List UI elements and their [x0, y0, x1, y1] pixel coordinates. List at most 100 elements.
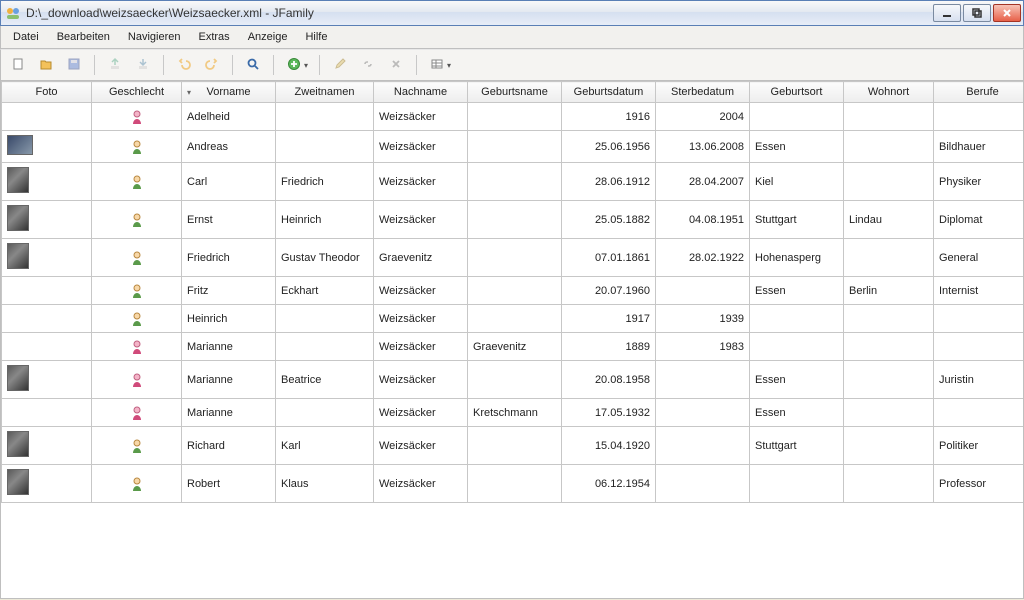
col-header-nachname[interactable]: Nachname	[374, 82, 468, 103]
redo-button	[201, 54, 223, 76]
table-row[interactable]: HeinrichWeizsäcker19171939	[2, 305, 1024, 333]
cell-geburtsname	[468, 103, 562, 131]
cell-geburtsdatum: 17.05.1932	[562, 399, 656, 427]
col-header-label: Foto	[35, 86, 57, 98]
male-icon	[129, 250, 145, 266]
maximize-button[interactable]	[963, 4, 991, 22]
male-icon	[129, 476, 145, 492]
col-header-geburtsort[interactable]: Geburtsort	[750, 82, 844, 103]
open-file-button[interactable]	[35, 54, 57, 76]
cell-foto	[2, 131, 92, 163]
col-header-zweitnamen[interactable]: Zweitnamen	[276, 82, 374, 103]
female-icon	[129, 339, 145, 355]
cell-geschlecht	[92, 131, 182, 163]
cell-wohnort	[844, 465, 934, 503]
photo-thumbnail	[7, 167, 29, 193]
col-header-sterbedatum[interactable]: Sterbedatum	[656, 82, 750, 103]
toolbar-separator	[163, 55, 164, 75]
cell-sterbedatum	[656, 277, 750, 305]
cell-zweitnamen	[276, 103, 374, 131]
cell-nachname: Weizsäcker	[374, 333, 468, 361]
cell-wohnort	[844, 131, 934, 163]
cell-nachname: Graevenitz	[374, 239, 468, 277]
new-file-button[interactable]	[7, 54, 29, 76]
cell-vorname: Ernst	[182, 201, 276, 239]
table-body: AdelheidWeizsäcker19162004AndreasWeizsäc…	[2, 103, 1024, 503]
cell-wohnort	[844, 333, 934, 361]
toolbar-separator	[319, 55, 320, 75]
cell-foto	[2, 465, 92, 503]
cell-sterbedatum: 1983	[656, 333, 750, 361]
sort-indicator-icon: ▾	[187, 88, 191, 97]
menu-bearbeiten[interactable]: Bearbeiten	[49, 28, 118, 46]
cell-berufe: General	[934, 239, 1024, 277]
cell-geburtsdatum: 28.06.1912	[562, 163, 656, 201]
pencil-icon	[333, 57, 347, 74]
table-row[interactable]: RobertKlausWeizsäcker06.12.1954Professor	[2, 465, 1024, 503]
cell-foto	[2, 201, 92, 239]
cell-vorname: Adelheid	[182, 103, 276, 131]
app-icon	[5, 5, 21, 21]
col-header-geburtsdatum[interactable]: Geburtsdatum	[562, 82, 656, 103]
titlebar: D:\_download\weizsaecker\Weizsaecker.xml…	[0, 0, 1024, 26]
cell-foto	[2, 103, 92, 131]
table-container[interactable]: Foto Geschlecht▾VornameZweitnamenNachname…	[0, 81, 1024, 599]
view-mode-dropdown[interactable]: ▾	[445, 61, 453, 70]
cell-geburtsort	[750, 305, 844, 333]
cell-nachname: Weizsäcker	[374, 163, 468, 201]
cell-wohnort	[844, 427, 934, 465]
close-button[interactable]	[993, 4, 1021, 22]
table-row[interactable]: RichardKarlWeizsäcker15.04.1920Stuttgart…	[2, 427, 1024, 465]
toolbar-separator	[273, 55, 274, 75]
menu-anzeige[interactable]: Anzeige	[240, 28, 296, 46]
table-row[interactable]: FriedrichGustav TheodorGraevenitz07.01.1…	[2, 239, 1024, 277]
male-icon	[129, 212, 145, 228]
cell-sterbedatum: 13.06.2008	[656, 131, 750, 163]
col-header-berufe[interactable]: Berufe	[934, 82, 1024, 103]
table-row[interactable]: MarianneBeatriceWeizsäcker20.08.1958Esse…	[2, 361, 1024, 399]
table-row[interactable]: AdelheidWeizsäcker19162004	[2, 103, 1024, 131]
x-icon	[389, 57, 403, 74]
menu-extras[interactable]: Extras	[191, 28, 238, 46]
add-person-dropdown[interactable]: ▾	[302, 61, 310, 70]
male-icon	[129, 311, 145, 327]
cell-geburtsort: Hohenasperg	[750, 239, 844, 277]
table-row[interactable]: MarianneWeizsäckerGraevenitz18891983	[2, 333, 1024, 361]
col-header-foto[interactable]: Foto	[2, 82, 92, 103]
female-icon	[129, 372, 145, 388]
female-icon	[129, 405, 145, 421]
col-header-wohnort[interactable]: Wohnort	[844, 82, 934, 103]
menu-navigieren[interactable]: Navigieren	[120, 28, 189, 46]
cell-geschlecht	[92, 361, 182, 399]
cell-nachname: Weizsäcker	[374, 305, 468, 333]
cell-nachname: Weizsäcker	[374, 201, 468, 239]
table-row[interactable]: AndreasWeizsäcker25.06.195613.06.2008Ess…	[2, 131, 1024, 163]
photo-thumbnail	[7, 365, 29, 391]
col-header-label: Wohnort	[868, 86, 909, 98]
col-header-vorname[interactable]: ▾Vorname	[182, 82, 276, 103]
cell-geburtsname	[468, 427, 562, 465]
male-icon	[129, 438, 145, 454]
col-header-geschlecht[interactable]: Geschlecht	[92, 82, 182, 103]
table-row[interactable]: CarlFriedrichWeizsäcker28.06.191228.04.2…	[2, 163, 1024, 201]
cell-sterbedatum	[656, 427, 750, 465]
cell-foto	[2, 333, 92, 361]
col-header-geburtsname[interactable]: Geburtsname	[468, 82, 562, 103]
menu-hilfe[interactable]: Hilfe	[297, 28, 335, 46]
cell-geburtsort: Essen	[750, 131, 844, 163]
cell-foto	[2, 239, 92, 277]
male-icon	[129, 174, 145, 190]
table-row[interactable]: MarianneWeizsäckerKretschmann17.05.1932E…	[2, 399, 1024, 427]
cell-berufe	[934, 399, 1024, 427]
search-button[interactable]	[242, 54, 264, 76]
menu-datei[interactable]: Datei	[5, 28, 47, 46]
table-row[interactable]: FritzEckhartWeizsäcker20.07.1960EssenBer…	[2, 277, 1024, 305]
cell-zweitnamen: Beatrice	[276, 361, 374, 399]
cell-geburtsdatum: 1889	[562, 333, 656, 361]
photo-thumbnail	[7, 243, 29, 269]
table-row[interactable]: ErnstHeinrichWeizsäcker25.05.188204.08.1…	[2, 201, 1024, 239]
minimize-button[interactable]	[933, 4, 961, 22]
cell-geburtsname	[468, 305, 562, 333]
export-button	[104, 54, 126, 76]
person-table: Foto Geschlecht▾VornameZweitnamenNachname…	[1, 81, 1024, 503]
